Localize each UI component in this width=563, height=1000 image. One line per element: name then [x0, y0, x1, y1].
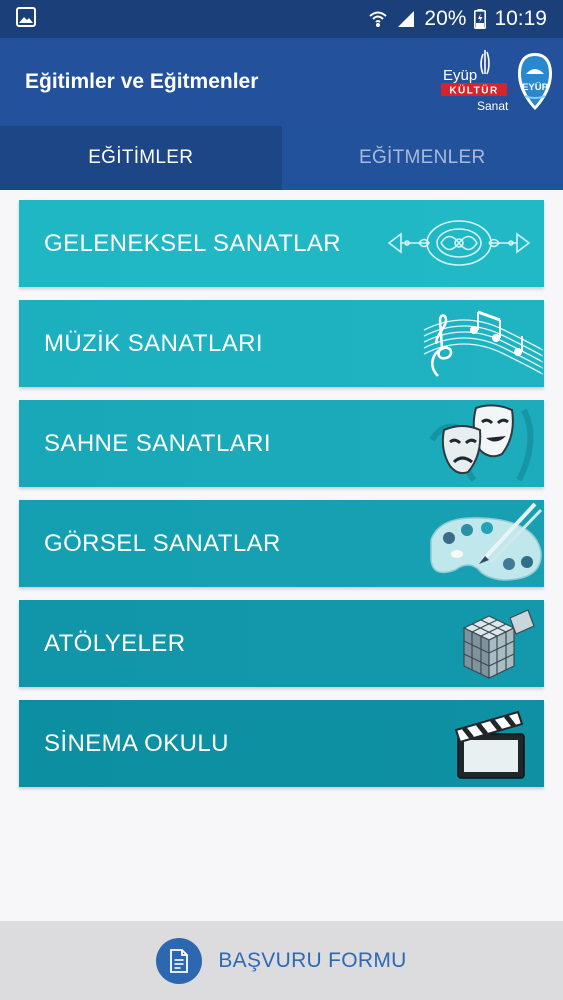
category-label: SİNEMA OKULU [44, 729, 229, 757]
category-muzik-sanatlari[interactable]: MÜZİK SANATLARI [19, 300, 544, 387]
category-label: GÖRSEL SANATLAR [44, 529, 281, 557]
category-label: SAHNE SANATLARI [44, 429, 271, 457]
gallery-notification-icon [16, 6, 36, 32]
status-bar: 20% 10:19 [0, 0, 563, 38]
category-sahne-sanatlari[interactable]: SAHNE SANATLARI [19, 400, 544, 487]
page-title: Eğitimler ve Eğitmenler [25, 70, 259, 93]
tab-bar: EĞİTİMLER EĞİTMENLER [0, 126, 563, 190]
battery-percent: 20% [424, 7, 467, 30]
basvuru-formu-button[interactable]: BAŞVURU FORMU [0, 921, 563, 1000]
tab-egitmenler-label: EĞİTMENLER [358, 147, 486, 168]
cube-icon [462, 609, 535, 679]
wifi-icon [368, 9, 388, 29]
logo-kultur-line2: KÜLTÜR [449, 84, 498, 97]
tab-egitimler[interactable]: EĞİTİMLER [0, 126, 282, 190]
category-gorsel-sanatlar[interactable]: GÖRSEL SANATLAR [19, 500, 544, 587]
clock: 10:19 [494, 7, 547, 30]
tab-egitimler-label: EĞİTİMLER [88, 147, 194, 168]
eyup-belediyesi-logo: EYÜP [517, 52, 553, 112]
clapperboard-icon [454, 710, 525, 779]
document-icon [156, 937, 203, 984]
logo-kultur-line1: Eyüp [443, 67, 477, 84]
category-label: GELENEKSEL SANATLAR [44, 229, 342, 257]
category-label: MÜZİK SANATLARI [44, 329, 263, 357]
category-sinema-okulu[interactable]: SİNEMA OKULU [19, 700, 544, 787]
music-notes-icon [423, 310, 543, 377]
kultur-sanat-logo: Eyüp KÜLTÜR Sanat [441, 50, 509, 114]
logo-kultur-line3: Sanat [477, 99, 509, 113]
theater-masks-icon [429, 404, 534, 482]
tab-egitmenler[interactable]: EĞİTMENLER [281, 126, 563, 190]
category-atolyeler[interactable]: ATÖLYELER [19, 600, 544, 687]
app-bar: Eğitimler ve Eğitmenler Eyüp KÜLTÜR Sana… [0, 38, 563, 126]
paint-palette-icon [430, 502, 543, 581]
category-geleneksel-sanatlar[interactable]: GELENEKSEL SANATLAR [19, 200, 544, 287]
logo-eyup-text: EYÜP [522, 82, 549, 93]
basvuru-formu-label: BAŞVURU FORMU [218, 948, 407, 972]
ornament-icon [387, 220, 531, 266]
category-list: GELENEKSEL SANATLAR MÜZİK SANATLARI SAHN… [19, 200, 544, 800]
signal-icon [396, 9, 416, 29]
battery-icon [474, 9, 487, 29]
logos: Eyüp KÜLTÜR Sanat EYÜP [441, 50, 553, 114]
category-label: ATÖLYELER [44, 629, 186, 657]
